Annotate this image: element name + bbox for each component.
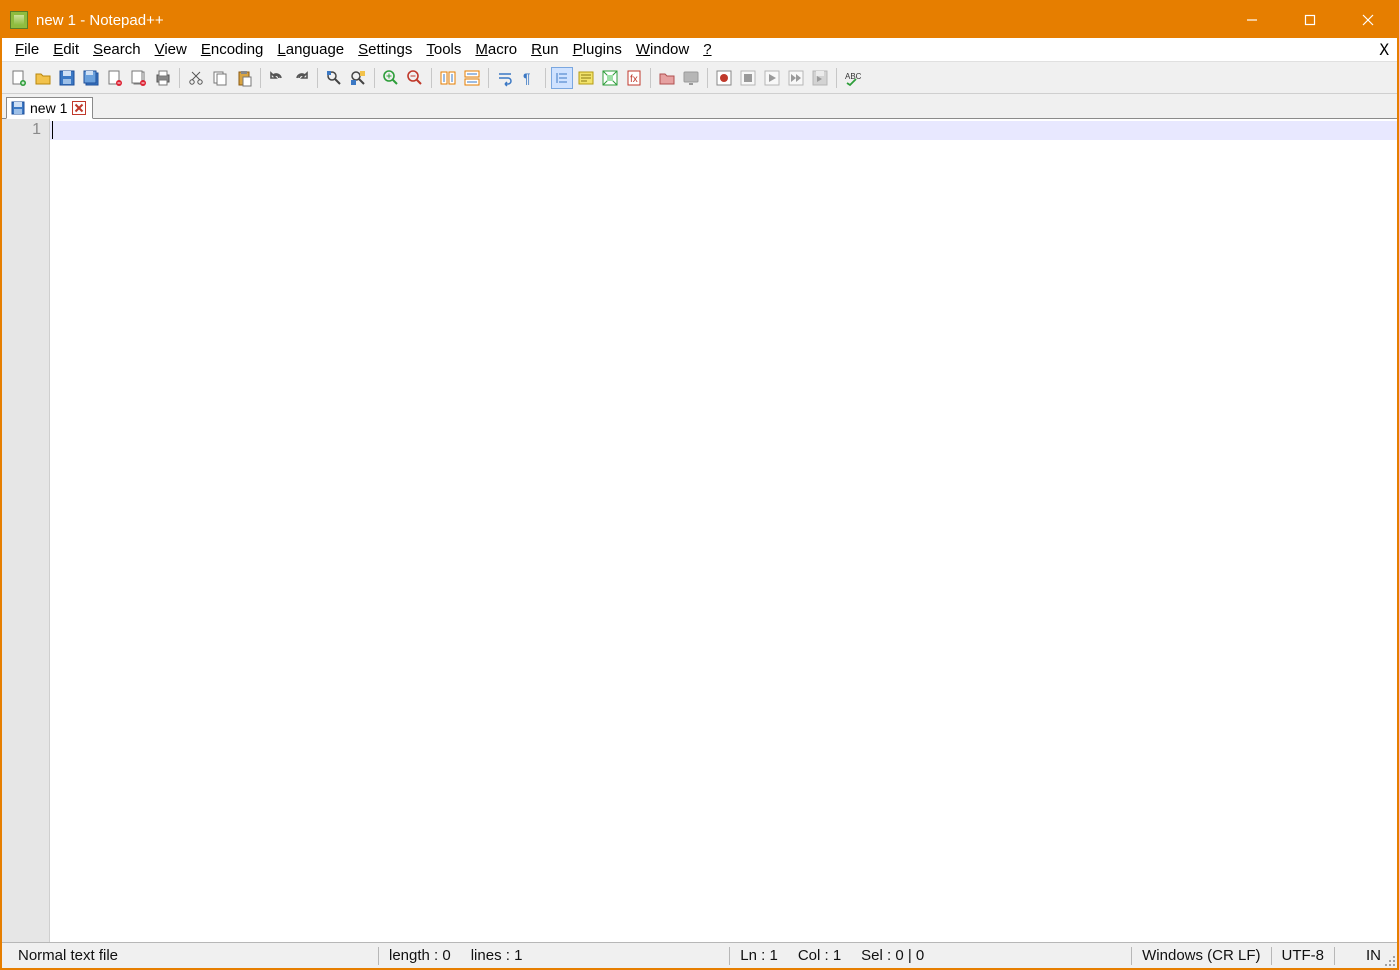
- status-eol[interactable]: Windows (CR LF): [1132, 943, 1270, 968]
- tab-label: new 1: [30, 100, 67, 116]
- menu-file[interactable]: File: [8, 41, 46, 58]
- user-lang-icon[interactable]: [575, 67, 597, 89]
- tab-bar: new 1: [2, 94, 1397, 119]
- status-bar: Normal text file length : 0 lines : 1 Ln…: [2, 942, 1397, 968]
- menu-settings[interactable]: Settings: [351, 41, 419, 58]
- func-list-icon[interactable]: fx: [623, 67, 645, 89]
- svg-text:ABC: ABC: [845, 72, 862, 81]
- paste-icon[interactable]: [233, 67, 255, 89]
- title-bar: new 1 - Notepad++: [2, 2, 1397, 38]
- toolbar-separator: [374, 68, 375, 88]
- show-all-chars-icon[interactable]: ¶: [518, 67, 540, 89]
- close-window-button[interactable]: [1339, 2, 1397, 38]
- spellcheck-icon[interactable]: ABC: [842, 67, 864, 89]
- print-icon[interactable]: [152, 67, 174, 89]
- menu-edit[interactable]: Edit: [46, 41, 86, 58]
- status-sel: Sel : 0 | 0: [851, 943, 934, 968]
- minimize-button[interactable]: [1223, 2, 1281, 38]
- toolbar-separator: [650, 68, 651, 88]
- folder-workspace-icon[interactable]: [656, 67, 678, 89]
- resize-grip[interactable]: [1384, 955, 1396, 967]
- toolbar: ¶ fx ABC: [2, 62, 1397, 94]
- play-multi-icon: [785, 67, 807, 89]
- file-saved-icon: [11, 101, 25, 115]
- toolbar-separator: [707, 68, 708, 88]
- line-number: 1: [2, 121, 41, 139]
- editor-area: 1: [2, 119, 1397, 942]
- menu-encoding[interactable]: Encoding: [194, 41, 271, 58]
- sync-v-scroll-icon[interactable]: [437, 67, 459, 89]
- status-mode[interactable]: IN: [1335, 943, 1391, 968]
- status-lines: lines : 1: [461, 943, 533, 968]
- menu-bar: FileEditSearchViewEncodingLanguageSettin…: [2, 38, 1397, 62]
- cut-icon[interactable]: [185, 67, 207, 89]
- text-caret: [52, 121, 53, 139]
- menu-language[interactable]: Language: [270, 41, 351, 58]
- line-number-gutter: 1: [2, 119, 50, 942]
- monitor-icon: [680, 67, 702, 89]
- menu-macro[interactable]: Macro: [468, 41, 524, 58]
- menu-view[interactable]: View: [148, 41, 194, 58]
- word-wrap-icon[interactable]: [494, 67, 516, 89]
- copy-icon[interactable]: [209, 67, 231, 89]
- save-icon[interactable]: [56, 67, 78, 89]
- zoom-out-icon[interactable]: [404, 67, 426, 89]
- stop-macro-icon: [737, 67, 759, 89]
- find-icon[interactable]: [323, 67, 345, 89]
- status-length: length : 0: [379, 943, 461, 968]
- tab-close-icon[interactable]: [72, 101, 86, 115]
- toolbar-separator: [317, 68, 318, 88]
- toolbar-separator: [260, 68, 261, 88]
- status-encoding[interactable]: UTF-8: [1272, 943, 1335, 968]
- app-icon: [10, 11, 28, 29]
- maximize-button[interactable]: [1281, 2, 1339, 38]
- status-ln: Ln : 1: [730, 943, 788, 968]
- toolbar-separator: [179, 68, 180, 88]
- status-col: Col : 1: [788, 943, 851, 968]
- redo-icon[interactable]: [290, 67, 312, 89]
- current-line-highlight: [50, 121, 1397, 140]
- toolbar-separator: [431, 68, 432, 88]
- text-editor[interactable]: [50, 119, 1397, 942]
- menu-tools[interactable]: Tools: [419, 41, 468, 58]
- new-file-icon[interactable]: [8, 67, 30, 89]
- replace-icon[interactable]: [347, 67, 369, 89]
- doc-map-icon[interactable]: [599, 67, 621, 89]
- svg-text:fx: fx: [630, 74, 638, 85]
- close-all-icon[interactable]: [128, 67, 150, 89]
- menu-window[interactable]: Window: [629, 41, 696, 58]
- close-file-icon[interactable]: [104, 67, 126, 89]
- window-title: new 1 - Notepad++: [36, 12, 1223, 29]
- toolbar-separator: [836, 68, 837, 88]
- menu-plugins[interactable]: Plugins: [566, 41, 629, 58]
- record-macro-icon[interactable]: [713, 67, 735, 89]
- toolbar-separator: [545, 68, 546, 88]
- toolbar-separator: [488, 68, 489, 88]
- close-document-x[interactable]: X: [1379, 40, 1389, 59]
- status-filetype: Normal text file: [8, 943, 378, 968]
- save-macro-icon: [809, 67, 831, 89]
- zoom-in-icon[interactable]: [380, 67, 402, 89]
- svg-text:¶: ¶: [523, 70, 531, 86]
- menu-run[interactable]: Run: [524, 41, 566, 58]
- play-macro-icon: [761, 67, 783, 89]
- save-all-icon[interactable]: [80, 67, 102, 89]
- sync-h-scroll-icon[interactable]: [461, 67, 483, 89]
- menu-?[interactable]: ?: [696, 41, 718, 58]
- menu-search[interactable]: Search: [86, 41, 148, 58]
- open-file-icon[interactable]: [32, 67, 54, 89]
- tab-new-1[interactable]: new 1: [6, 97, 93, 119]
- undo-icon[interactable]: [266, 67, 288, 89]
- indent-guide-icon[interactable]: [551, 67, 573, 89]
